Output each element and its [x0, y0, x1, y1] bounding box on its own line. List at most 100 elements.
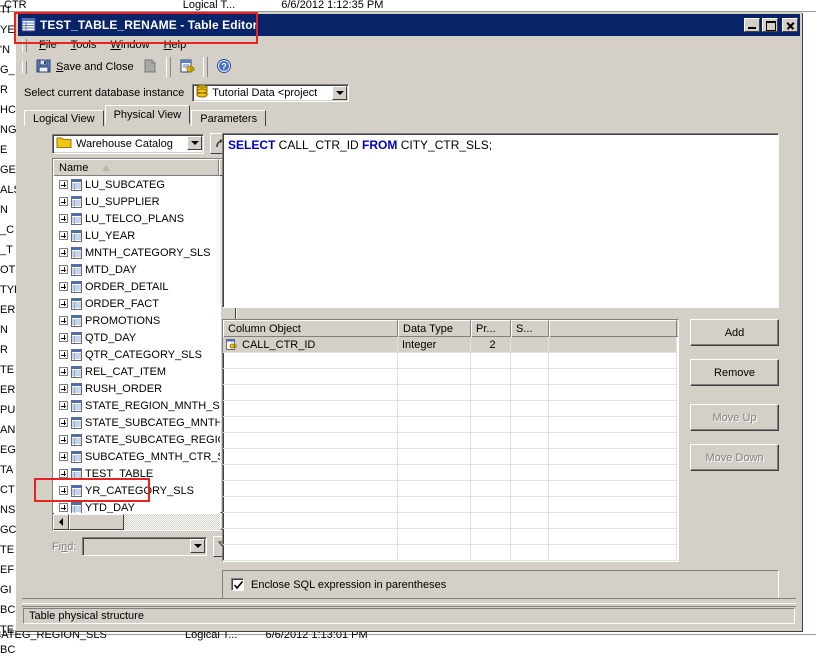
expand-icon[interactable] [59, 401, 68, 410]
tree-item[interactable]: STATE_SUBCATEG_MNTH_S [53, 414, 220, 431]
tree-item-list[interactable]: LU_SUBCATEG LU_SUPPLIER LU_TELCO_PLANS LU_Y… [53, 176, 220, 513]
tree-item[interactable]: MNTH_CATEGORY_SLS [53, 244, 220, 261]
tree-item[interactable]: STATE_REGION_MNTH_SLS [53, 397, 220, 414]
tab-parameters[interactable]: Parameters [191, 110, 267, 126]
tab-logical-view[interactable]: Logical View [24, 110, 104, 126]
grid-row-empty[interactable] [223, 401, 678, 417]
table-tree[interactable]: Name LU_SUBCATEG LU_SUPPLIER LU_TELCO_PLAN… [52, 158, 237, 531]
save-and-close-button[interactable]: Save and Close [32, 56, 138, 78]
expand-icon[interactable] [59, 469, 68, 478]
grid-cell [511, 513, 549, 528]
expand-icon[interactable] [59, 265, 68, 274]
grid-row[interactable]: CALL_CTR_ID Integer 2 [223, 337, 678, 353]
expand-icon[interactable] [59, 350, 68, 359]
expand-icon[interactable] [59, 452, 68, 461]
remove-button[interactable]: Remove [690, 359, 779, 386]
tree-item[interactable]: TEST_TABLE [53, 465, 220, 482]
database-instance-combo[interactable]: Tutorial Data <project [192, 84, 350, 102]
chevron-down-icon[interactable] [332, 86, 348, 100]
menu-window[interactable]: Window [103, 38, 156, 52]
tree-item[interactable]: LU_SUPPLIER [53, 193, 220, 210]
menu-file[interactable]: File [32, 38, 64, 52]
grid-row-empty[interactable] [223, 449, 678, 465]
tree-item[interactable]: RUSH_ORDER [53, 380, 220, 397]
grid-row-empty[interactable] [223, 497, 678, 513]
grid-column-header[interactable]: S... [511, 320, 549, 337]
tree-item[interactable]: MTD_DAY [53, 261, 220, 278]
tree-horizontal-scrollbar[interactable] [53, 514, 236, 530]
expand-icon[interactable] [59, 231, 68, 240]
expand-icon[interactable] [59, 486, 68, 495]
tree-hscroll-thumb[interactable] [69, 514, 124, 530]
grid-row-empty[interactable] [223, 385, 678, 401]
grid-row-empty[interactable] [223, 369, 678, 385]
tree-item[interactable]: SUBCATEG_MNTH_CTR_SL [53, 448, 220, 465]
triangle-left-icon[interactable] [53, 514, 69, 530]
expand-icon[interactable] [59, 503, 68, 512]
expand-icon[interactable] [59, 248, 68, 257]
grid-row-empty[interactable] [223, 529, 678, 545]
minimize-button[interactable] [744, 18, 760, 32]
tab-physical-view[interactable]: Physical View [104, 105, 191, 124]
chevron-down-icon[interactable] [187, 135, 202, 150]
expand-icon[interactable] [59, 316, 68, 325]
grid-row-empty[interactable] [223, 481, 678, 497]
tree-item[interactable]: REL_CAT_ITEM [53, 363, 220, 380]
tree-item[interactable]: QTR_CATEGORY_SLS [53, 346, 220, 363]
help-button[interactable]: ? [212, 56, 236, 78]
expand-icon[interactable] [59, 418, 68, 427]
chevron-down-icon[interactable] [190, 539, 206, 553]
tree-item[interactable]: PROMOTIONS [53, 312, 220, 329]
grid-row-empty[interactable] [223, 561, 678, 562]
grid-column-header[interactable]: Pr... [471, 320, 511, 337]
tree-item[interactable]: ORDER_FACT [53, 295, 220, 312]
column-grid-body[interactable]: CALL_CTR_ID Integer 2 [223, 337, 678, 562]
grid-row-empty[interactable] [223, 513, 678, 529]
expand-icon[interactable] [59, 197, 68, 206]
grid-column-header[interactable]: Data Type [398, 320, 471, 337]
expand-icon[interactable] [59, 435, 68, 444]
grid-row-empty[interactable] [223, 545, 678, 561]
window-titlebar[interactable]: TEST_TABLE_RENAME - Table Editor [18, 14, 800, 36]
grid-row-empty[interactable] [223, 433, 678, 449]
expand-icon[interactable] [59, 367, 68, 376]
folder-icon [56, 136, 72, 152]
grid-column-header[interactable] [549, 320, 677, 337]
grid-column-header[interactable]: Column Object [223, 320, 398, 337]
grid-cell [398, 497, 471, 512]
new-document-button[interactable] [138, 56, 162, 78]
table-icon [71, 297, 82, 310]
grid-row-empty[interactable] [223, 353, 678, 369]
enclose-sql-checkbox[interactable] [231, 578, 244, 591]
close-button[interactable] [782, 18, 798, 32]
table-keys-button[interactable] [175, 56, 199, 78]
tree-item[interactable]: LU_SUBCATEG [53, 176, 220, 193]
maximize-button[interactable] [762, 18, 778, 32]
tree-item[interactable]: LU_TELCO_PLANS [53, 210, 220, 227]
grid-row-empty[interactable] [223, 417, 678, 433]
add-button[interactable]: Add [690, 319, 779, 346]
tree-item[interactable]: YTD_DAY [53, 499, 220, 513]
tree-item[interactable]: LU_YEAR [53, 227, 220, 244]
sql-editor[interactable]: SELECT CALL_CTR_ID FROM CITY_CTR_SLS; [222, 133, 779, 308]
tree-item[interactable]: QTD_DAY [53, 329, 220, 346]
menu-tools[interactable]: Tools [64, 38, 104, 52]
menubar-grip[interactable] [22, 38, 27, 52]
find-input[interactable] [82, 537, 208, 556]
tree-item[interactable]: STATE_SUBCATEG_REGION [53, 431, 220, 448]
expand-icon[interactable] [59, 214, 68, 223]
grid-cell [398, 385, 471, 400]
tree-item[interactable]: ORDER_DETAIL [53, 278, 220, 295]
menu-help[interactable]: Help [157, 38, 194, 52]
expand-icon[interactable] [59, 299, 68, 308]
grid-row-empty[interactable] [223, 465, 678, 481]
expand-icon[interactable] [59, 282, 68, 291]
tree-header-name[interactable]: Name [53, 159, 219, 176]
tree-item[interactable]: YR_CATEGORY_SLS [53, 482, 220, 499]
expand-icon[interactable] [59, 333, 68, 342]
catalog-combo[interactable]: Warehouse Catalog [52, 133, 204, 154]
toolbar-grip[interactable] [22, 60, 27, 74]
expand-icon[interactable] [59, 384, 68, 393]
column-grid[interactable]: Column Object Data Type Pr... S... CALL_CTR… [222, 319, 679, 562]
expand-icon[interactable] [59, 180, 68, 189]
